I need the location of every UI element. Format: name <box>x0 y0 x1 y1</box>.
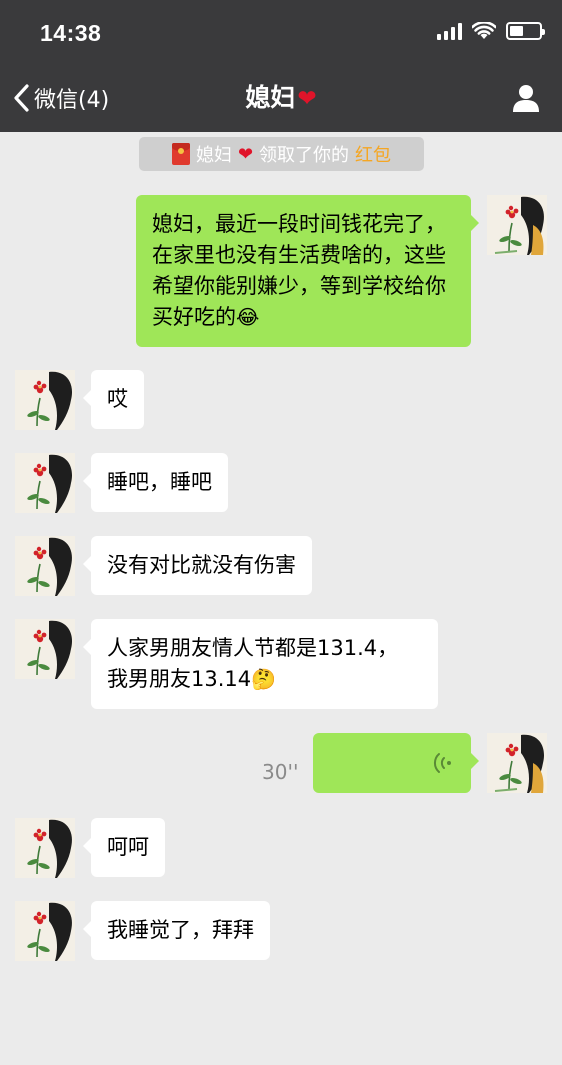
avatar-image <box>487 733 547 793</box>
heart-emoji: ❤ <box>297 86 317 112</box>
voice-duration: 30'' <box>262 760 299 784</box>
message-text-line-1: 人家男朋友情人节都是131.4， <box>107 636 399 660</box>
avatar-image <box>487 195 547 255</box>
laughing-emoji: 😂 <box>236 305 260 329</box>
red-packet-notice: 媳妇 ❤ 领取了你的 红包 <box>139 137 424 171</box>
notice-text: 领取了你的 <box>259 145 350 166</box>
contact-avatar[interactable] <box>15 370 75 430</box>
profile-button[interactable] <box>510 82 542 114</box>
notice-heart: ❤ <box>237 143 254 165</box>
notice-name: 媳妇 <box>195 145 232 166</box>
message-text: 睡吧，睡吧 <box>107 470 212 494</box>
self-avatar[interactable] <box>487 733 547 793</box>
self-avatar[interactable] <box>487 195 547 255</box>
message-bubble-contact[interactable]: 我睡觉了，拜拜 <box>83 901 270 960</box>
message-text: 没有对比就没有伤害 <box>107 553 296 577</box>
chat-title: 媳妇❤ <box>0 78 562 114</box>
status-time: 14:38 <box>40 20 102 46</box>
avatar-image <box>15 619 75 679</box>
contact-avatar[interactable] <box>15 818 75 878</box>
wifi-icon <box>472 22 496 39</box>
message-bubble-contact[interactable]: 没有对比就没有伤害 <box>83 536 312 595</box>
message-text: 呵呵 <box>107 835 149 859</box>
avatar-image <box>15 370 75 430</box>
avatar-image <box>15 453 75 513</box>
message-bubble-contact[interactable]: 睡吧，睡吧 <box>83 453 228 512</box>
message-text: 媳妇，最近一段时间钱花完了，在家里也没有生活费啥的，这些希望你能别嫌少，等到学校… <box>152 212 446 329</box>
message-text: 哎 <box>107 387 128 411</box>
message-bubble-contact[interactable]: 呵呵 <box>83 818 165 877</box>
profile-icon <box>513 85 539 112</box>
message-bubble-contact[interactable]: 哎 <box>83 370 144 429</box>
red-packet-link[interactable]: 红包 <box>355 141 391 167</box>
contact-avatar[interactable] <box>15 536 75 596</box>
signal-icon <box>437 22 462 40</box>
avatar-image <box>15 818 75 878</box>
avatar-image <box>15 536 75 596</box>
red-packet-icon <box>171 143 190 165</box>
top-bar: 14:38 微信(4) 媳妇❤ <box>0 0 562 132</box>
message-text: 我睡觉了，拜拜 <box>107 918 254 942</box>
status-icons <box>437 22 545 40</box>
message-bubble-self[interactable]: 媳妇，最近一段时间钱花完了，在家里也没有生活费啥的，这些希望你能别嫌少，等到学校… <box>136 195 479 347</box>
contact-avatar[interactable] <box>15 619 75 679</box>
message-text-line-2: 我男朋友13.14 <box>107 667 252 691</box>
message-bubble-contact[interactable]: 人家男朋友情人节都是131.4， 我男朋友13.14🤔 <box>83 619 438 709</box>
battery-icon <box>506 22 545 40</box>
voice-message-bubble[interactable] <box>313 733 479 793</box>
thinking-emoji: 🤔 <box>251 667 277 691</box>
avatar-image <box>15 901 75 961</box>
contact-avatar[interactable] <box>15 901 75 961</box>
contact-avatar[interactable] <box>15 453 75 513</box>
chat-title-text: 媳妇 <box>245 83 296 112</box>
voice-wave-icon <box>433 753 451 773</box>
